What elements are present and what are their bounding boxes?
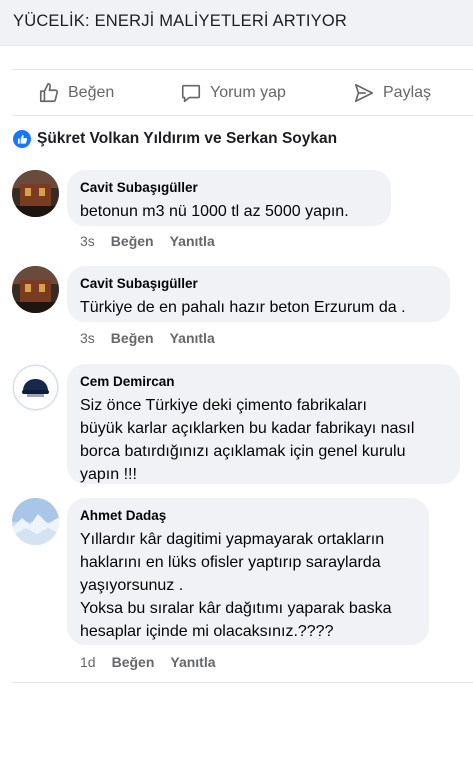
comment-time[interactable]: 3s (80, 233, 95, 249)
comment-author[interactable]: Cem Demircan (80, 373, 447, 390)
comment-like-link[interactable]: Beğen (111, 233, 154, 249)
comment-time[interactable]: 3s (80, 330, 95, 346)
comment-reply-link[interactable]: Yanıtla (170, 330, 215, 346)
comment-meta: 3s Beğen Yanıtla (80, 233, 215, 249)
comment-time[interactable]: 1d (80, 654, 96, 670)
reaction-names[interactable]: Şükret Volkan Yıldırım ve Serkan Soykan (37, 130, 337, 148)
comment-text: betonun m3 nü 1000 tl az 5000 yapın. (80, 203, 349, 220)
comment-meta: 1d Beğen Yanıtla (80, 654, 216, 670)
share-button-label: Paylaş (383, 83, 432, 101)
comment-text: Siz önce Türkiye deki çimento fabrikalar… (80, 397, 415, 483)
post-header[interactable]: YÜCELİK: ENERJİ MALİYETLERİ ARTIYOR (0, 0, 473, 46)
comment-reply-link[interactable]: Yanıtla (170, 233, 215, 249)
comment-button-label: Yorum yap (210, 83, 286, 101)
comment-reply-link[interactable]: Yanıtla (170, 654, 215, 670)
speech-bubble-icon (181, 84, 201, 102)
divider (12, 115, 473, 116)
comment-text: Yıllardır kâr dagitimi yapmayarak ortakl… (80, 531, 392, 640)
avatar[interactable] (12, 498, 59, 545)
comment-text: Türkiye de en pahalı hazır beton Erzurum… (80, 299, 406, 316)
post-action-bar: Beğen Yorum yap Paylaş (0, 70, 473, 115)
like-button[interactable]: Beğen (38, 70, 114, 115)
comment-bubble: Cem Demircan Siz önce Türkiye deki çimen… (67, 364, 460, 484)
comment-author[interactable]: Cavit Subaşıgüller (80, 275, 437, 292)
reactions-summary[interactable]: Şükret Volkan Yıldırım ve Serkan Soykan (13, 128, 337, 150)
comment-bubble: Ahmet Dadaş Yıllardır kâr dagitimi yapma… (67, 498, 429, 645)
like-reaction-icon (13, 130, 31, 148)
comment-bubble: Cavit Subaşıgüller Türkiye de en pahalı … (67, 266, 450, 322)
comment-like-link[interactable]: Beğen (112, 654, 155, 670)
comment-bubble: Cavit Subaşıgüller betonun m3 nü 1000 tl… (67, 170, 391, 226)
thumbs-up-icon (39, 82, 59, 102)
comment-author[interactable]: Ahmet Dadaş (80, 507, 416, 524)
like-button-label: Beğen (68, 83, 115, 101)
comment-meta: 3s Beğen Yanıtla (80, 330, 215, 346)
avatar[interactable] (12, 170, 59, 217)
comment-like-link[interactable]: Beğen (111, 330, 154, 346)
avatar[interactable] (12, 364, 59, 411)
share-arrow-icon (354, 83, 374, 102)
avatar[interactable] (12, 266, 59, 313)
share-button[interactable]: Paylaş (353, 70, 431, 115)
post-title[interactable]: YÜCELİK: ENERJİ MALİYETLERİ ARTIYOR (13, 12, 347, 31)
comment-author[interactable]: Cavit Subaşıgüller (80, 179, 378, 196)
divider (12, 682, 473, 683)
